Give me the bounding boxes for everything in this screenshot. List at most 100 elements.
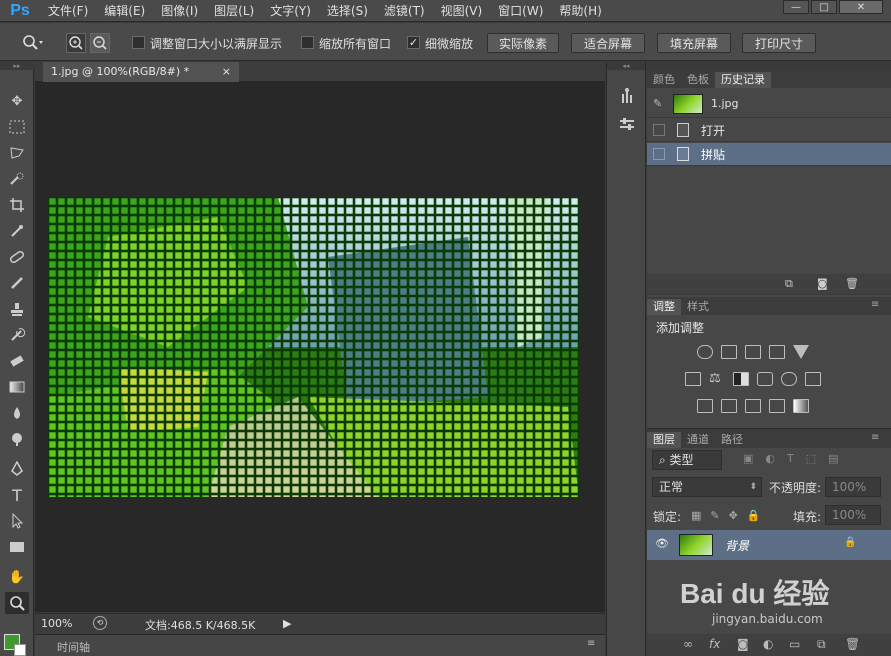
- layer-filter-select[interactable]: ⌕ 类型: [652, 450, 722, 470]
- blur-tool-icon[interactable]: [5, 402, 29, 424]
- tab-channels[interactable]: 通道: [681, 432, 715, 448]
- restore-button[interactable]: □: [811, 0, 837, 14]
- brightness-contrast-icon[interactable]: [697, 345, 713, 359]
- background-color-swatch[interactable]: [14, 644, 26, 656]
- fill-field[interactable]: 100%: [825, 505, 881, 525]
- camera-icon[interactable]: ◙: [817, 277, 828, 290]
- new-document-from-state-icon[interactable]: ⧉: [785, 277, 793, 291]
- zoom-out-icon[interactable]: [90, 33, 110, 53]
- quick-selection-tool-icon[interactable]: [5, 168, 29, 190]
- invert-icon[interactable]: [697, 399, 713, 413]
- menu-item[interactable]: 图层(L): [206, 0, 262, 22]
- eraser-tool-icon[interactable]: [5, 350, 29, 372]
- tab-color[interactable]: 颜色: [647, 72, 681, 88]
- link-layers-icon[interactable]: ∞: [683, 637, 693, 651]
- new-layer-icon[interactable]: ⧉: [817, 637, 826, 652]
- document-tab[interactable]: 1.jpg @ 100%(RGB/8#) * ×: [43, 62, 239, 82]
- share-icon[interactable]: ⟲: [93, 616, 107, 630]
- path-selection-tool-icon[interactable]: [5, 510, 29, 532]
- levels-icon[interactable]: [721, 345, 737, 359]
- blend-mode-select[interactable]: 正常 ⬍: [652, 477, 762, 497]
- tab-layers[interactable]: 图层: [647, 432, 681, 448]
- zoom-all-windows-checkbox[interactable]: [301, 36, 314, 49]
- trash-icon[interactable]: 🗑: [845, 277, 859, 290]
- add-mask-icon[interactable]: ◙: [737, 637, 749, 651]
- scrubby-zoom-checkbox[interactable]: ✓: [407, 36, 420, 49]
- close-tab-icon[interactable]: ×: [222, 62, 231, 82]
- menu-item[interactable]: 图像(I): [153, 0, 206, 22]
- black-white-icon[interactable]: [733, 372, 749, 386]
- selective-color-icon[interactable]: [769, 399, 785, 413]
- tab-history[interactable]: 历史记录: [715, 72, 771, 88]
- curves-icon[interactable]: [745, 345, 761, 359]
- zoom-tool-preset-icon[interactable]: [20, 33, 44, 53]
- menu-item[interactable]: 文字(Y): [262, 0, 319, 22]
- tab-swatches[interactable]: 色板: [681, 72, 715, 88]
- menu-item[interactable]: 视图(V): [433, 0, 491, 22]
- color-balance-icon[interactable]: ⚖: [709, 372, 725, 386]
- opacity-field[interactable]: 100%: [825, 477, 881, 497]
- rectangle-tool-icon[interactable]: [5, 536, 29, 558]
- minimize-button[interactable]: —: [783, 0, 809, 14]
- threshold-icon[interactable]: [745, 399, 761, 413]
- menu-item[interactable]: 滤镜(T): [376, 0, 433, 22]
- photo-filter-icon[interactable]: [757, 372, 773, 386]
- history-brush-tool-icon[interactable]: [5, 324, 29, 346]
- layer-row-background[interactable]: 👁 背景 🔒: [647, 530, 891, 560]
- panel-menu-icon[interactable]: ≡: [587, 638, 595, 649]
- close-window-button[interactable]: ✕: [839, 0, 883, 14]
- history-step[interactable]: 打开: [647, 119, 891, 142]
- type-tool-icon[interactable]: T: [5, 484, 29, 506]
- lasso-tool-icon[interactable]: [5, 142, 29, 164]
- clone-stamp-tool-icon[interactable]: [5, 298, 29, 320]
- move-tool-icon[interactable]: ✥: [5, 90, 29, 112]
- collapse-icon[interactable]: ▸▸: [0, 62, 34, 70]
- posterize-icon[interactable]: [721, 399, 737, 413]
- marquee-tool-icon[interactable]: [5, 116, 29, 138]
- vibrance-icon[interactable]: [793, 345, 809, 359]
- hand-tool-icon[interactable]: ✋: [5, 566, 29, 588]
- menu-item[interactable]: 文件(F): [40, 0, 96, 22]
- print-size-button[interactable]: 打印尺寸: [742, 33, 816, 53]
- new-group-icon[interactable]: ▭: [789, 637, 800, 651]
- menu-item[interactable]: 帮助(H): [551, 0, 609, 22]
- status-menu-arrow-icon[interactable]: ▶: [283, 617, 291, 630]
- eyedropper-tool-icon[interactable]: [5, 220, 29, 242]
- actual-pixels-button[interactable]: 实际像素: [487, 33, 559, 53]
- properties-panel-icon[interactable]: [617, 114, 637, 134]
- fit-screen-button[interactable]: 适合屏幕: [571, 33, 645, 53]
- tab-paths[interactable]: 路径: [715, 432, 749, 448]
- delete-layer-icon[interactable]: 🗑: [845, 637, 860, 651]
- history-step-selected[interactable]: 拼贴: [647, 143, 891, 166]
- panel-menu-icon[interactable]: ≡: [871, 299, 879, 310]
- history-panel-icon[interactable]: [617, 86, 637, 106]
- history-snapshot[interactable]: ✎ 1.jpg: [647, 90, 891, 118]
- lock-options-icons[interactable]: ▦✎✥🔒: [691, 509, 770, 522]
- tab-adjustments[interactable]: 调整: [647, 299, 681, 315]
- document-image[interactable]: [48, 197, 579, 497]
- healing-brush-tool-icon[interactable]: [5, 246, 29, 268]
- panel-grip[interactable]: [647, 62, 891, 70]
- hue-saturation-icon[interactable]: [685, 372, 701, 386]
- tab-styles[interactable]: 样式: [681, 299, 715, 315]
- resize-windows-checkbox[interactable]: [132, 36, 145, 49]
- exposure-icon[interactable]: [769, 345, 785, 359]
- layer-style-icon[interactable]: fx: [709, 637, 720, 651]
- zoom-level[interactable]: 100%: [41, 617, 72, 630]
- fill-screen-button[interactable]: 填充屏幕: [657, 33, 731, 53]
- menu-item[interactable]: 选择(S): [319, 0, 376, 22]
- gradient-map-icon[interactable]: [793, 399, 809, 413]
- zoom-tool-icon[interactable]: [5, 592, 29, 614]
- channel-mixer-icon[interactable]: [781, 372, 797, 386]
- expand-icon[interactable]: ◂◂: [607, 62, 645, 70]
- timeline-label[interactable]: 时间轴: [57, 639, 90, 655]
- menu-item[interactable]: 编辑(E): [96, 0, 153, 22]
- crop-tool-icon[interactable]: [5, 194, 29, 216]
- gradient-tool-icon[interactable]: [5, 376, 29, 398]
- history-step-checkbox[interactable]: [653, 124, 665, 136]
- dodge-tool-icon[interactable]: [5, 428, 29, 450]
- color-lookup-icon[interactable]: [805, 372, 821, 386]
- panel-menu-icon[interactable]: ≡: [871, 432, 879, 443]
- zoom-in-icon[interactable]: [66, 33, 86, 53]
- history-step-checkbox[interactable]: [653, 148, 665, 160]
